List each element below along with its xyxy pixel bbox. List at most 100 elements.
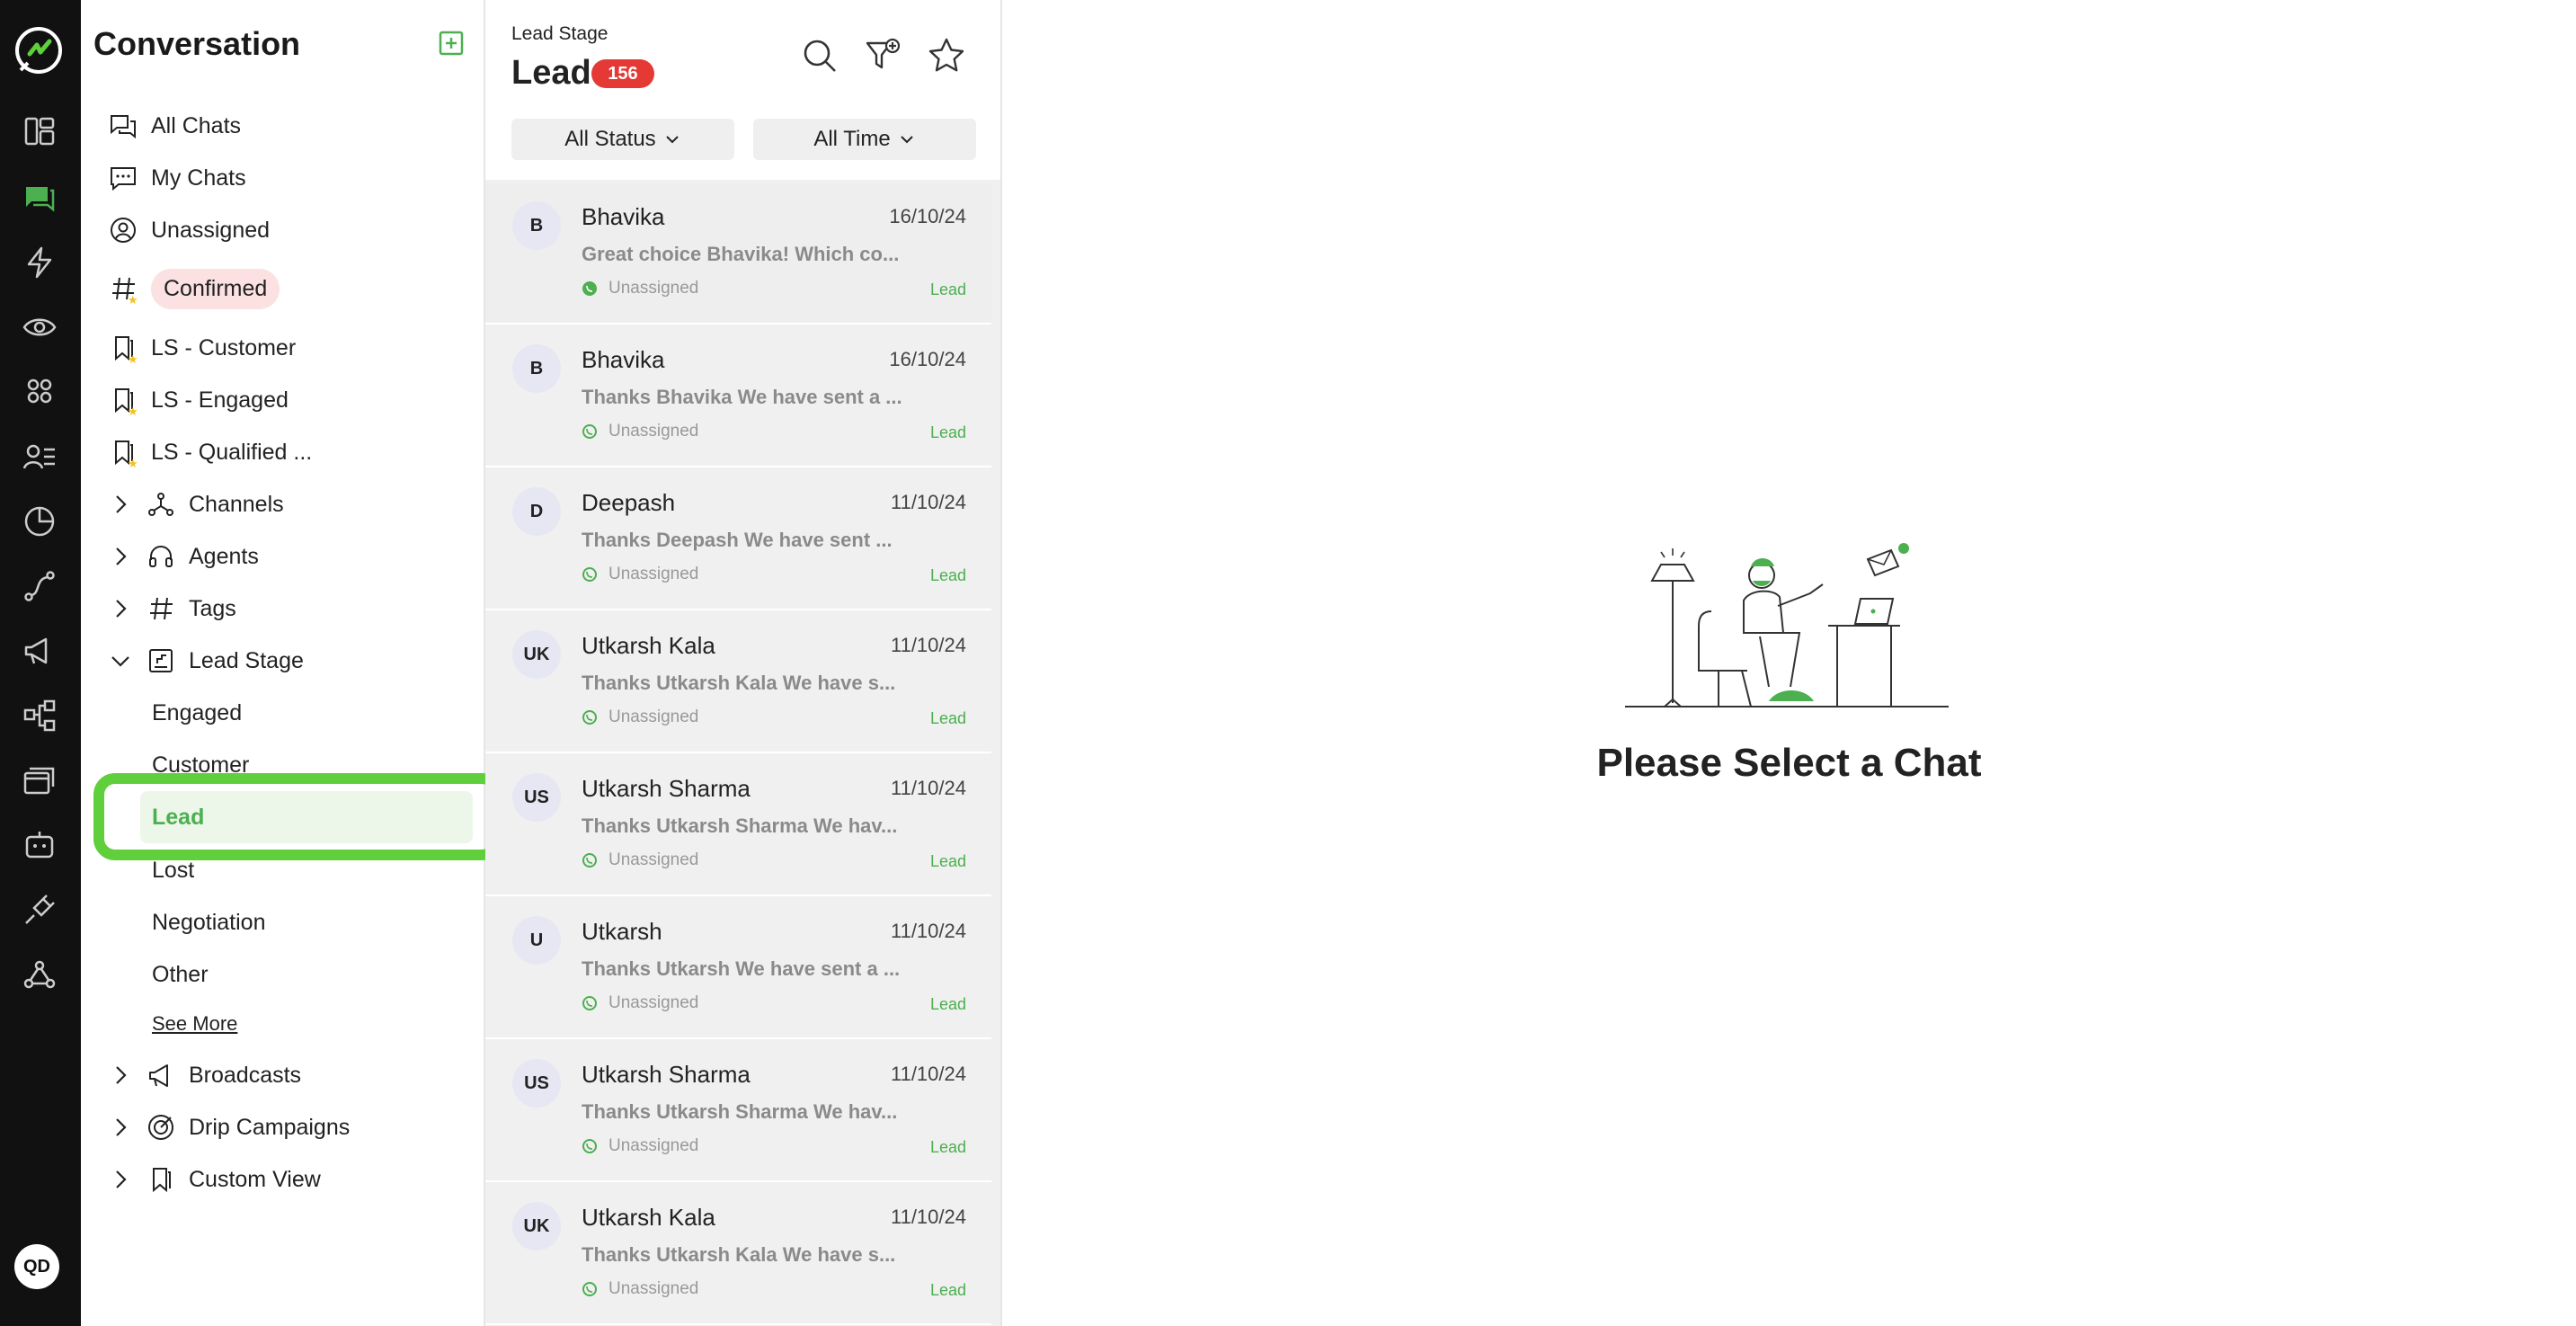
sidebar-item-label: Unassigned — [151, 217, 271, 243]
contact-name: Utkarsh Kala — [582, 632, 715, 659]
search-icon[interactable] — [800, 36, 839, 76]
sidebar-item-ls-customer[interactable]: ★ LS - Customer — [108, 325, 296, 370]
lead-stage-tag: Lead — [929, 709, 966, 727]
contact-name: Utkarsh — [582, 918, 662, 945]
contact-name: Bhavika — [582, 346, 665, 373]
flow-icon[interactable] — [18, 565, 61, 608]
sidebar-item-label: Confirmed — [151, 268, 280, 309]
time-filter-dropdown[interactable]: All Time — [753, 119, 976, 160]
empty-state-message: Please Select a Chat — [1596, 741, 1982, 785]
sidebar-item-label: All Chats — [151, 112, 242, 138]
chevron-right-icon[interactable] — [108, 596, 133, 621]
sidebar-item-label: Channels — [189, 491, 284, 517]
chat-list-item[interactable]: B Bhavika 16/10/24 Thanks Bhavika We hav… — [485, 326, 991, 467]
sidebar-item-ls-engaged[interactable]: ★ LS - Engaged — [108, 378, 289, 423]
filter-add-icon[interactable] — [864, 36, 903, 76]
lead-stage-tag: Lead — [929, 1281, 966, 1299]
contacts-icon[interactable] — [18, 435, 61, 478]
chat-list-item[interactable]: U Utkarsh 11/10/24 Thanks Utkarsh We hav… — [485, 898, 991, 1039]
bot-icon[interactable] — [18, 823, 61, 867]
chat-list-item[interactable]: UK Utkarsh Kala 11/10/24 Thanks Utkarsh … — [485, 612, 991, 753]
chat-status: Unassigned — [582, 707, 698, 727]
sidebar-item-broadcasts[interactable]: Broadcasts — [108, 1053, 301, 1098]
channel-icon — [582, 710, 597, 725]
eye-icon[interactable] — [18, 306, 61, 349]
chevron-down-icon — [900, 136, 913, 144]
sidebar-item-tags[interactable]: Tags — [108, 586, 236, 631]
chevron-down-icon[interactable] — [108, 648, 133, 673]
sidebar-item-agents[interactable]: Agents — [108, 534, 259, 579]
channel-icon — [582, 853, 597, 868]
contact-name: Utkarsh Sharma — [582, 775, 751, 802]
chevron-right-icon[interactable] — [108, 492, 133, 517]
chat-preview: Thanks Deepash We have sent ... — [582, 529, 893, 551]
status-filter-dropdown[interactable]: All Status — [511, 119, 734, 160]
windows-icon[interactable] — [18, 759, 61, 802]
whatsapp-icon — [582, 281, 597, 296]
chat-status-label: Unassigned — [608, 1279, 699, 1298]
count-badge: 156 — [591, 59, 654, 88]
sidebar-item-my-chats[interactable]: My Chats — [108, 156, 246, 200]
user-circle-icon — [108, 215, 138, 245]
lead-stage-item-other[interactable]: Other — [152, 957, 209, 992]
chevron-right-icon[interactable] — [108, 544, 133, 569]
sidebar-item-ls-qualified[interactable]: ★ LS - Qualified ... — [108, 430, 312, 475]
channel-icon — [582, 424, 597, 439]
chevron-right-icon[interactable] — [108, 1167, 133, 1192]
sidebar-item-all-chats[interactable]: All Chats — [108, 103, 241, 148]
lightning-icon[interactable] — [18, 241, 61, 284]
plug-icon[interactable] — [18, 888, 61, 931]
chat-list-item[interactable]: UK Utkarsh Kala 11/10/24 Thanks Utkarsh … — [485, 1184, 991, 1325]
sidebar-item-unassigned[interactable]: Unassigned — [108, 208, 270, 253]
dashboard-icon[interactable] — [18, 110, 61, 153]
see-more-link[interactable]: See More — [152, 1012, 237, 1036]
sidebar-item-lead-stage[interactable]: Lead Stage — [108, 638, 304, 683]
sidebar-item-channels[interactable]: Channels — [108, 482, 284, 527]
chat-date: 11/10/24 — [890, 634, 966, 656]
chat-status: Unassigned — [582, 850, 698, 870]
app-logo-icon[interactable] — [12, 23, 66, 77]
bookmark-icon — [146, 1164, 176, 1195]
add-view-icon[interactable] — [439, 31, 464, 56]
chat-icon[interactable] — [18, 176, 61, 219]
star-outline-icon[interactable] — [927, 36, 966, 76]
hashtag-icon: ★ — [108, 273, 138, 306]
channels-icon — [146, 489, 176, 520]
chat-date: 16/10/24 — [889, 348, 966, 370]
bookmark-icon: ★ — [108, 385, 138, 417]
star-icon: ★ — [128, 457, 138, 470]
chat-preview: Thanks Utkarsh Kala We have s... — [582, 672, 896, 694]
sidebar-item-confirmed[interactable]: ★ Confirmed — [108, 266, 280, 311]
sidebar-item-custom-view[interactable]: Custom View — [108, 1157, 321, 1202]
chat-status: Unassigned — [582, 422, 698, 441]
chat-status: Unassigned — [582, 993, 698, 1013]
lead-stage-tag: Lead — [929, 423, 966, 441]
user-avatar[interactable]: QD — [14, 1244, 59, 1289]
chat-status: Unassigned — [582, 1136, 698, 1156]
contact-name: Deepash — [582, 489, 676, 516]
megaphone-icon[interactable] — [18, 629, 61, 672]
message-icon — [108, 163, 138, 193]
chevron-right-icon[interactable] — [108, 1115, 133, 1140]
star-icon: ★ — [128, 352, 138, 366]
chat-list-item[interactable]: US Utkarsh Sharma 11/10/24 Thanks Utkars… — [485, 1041, 991, 1182]
chat-date: 16/10/24 — [889, 205, 966, 227]
list-title: Lead — [511, 54, 591, 92]
chat-list-item[interactable]: US Utkarsh Sharma 11/10/24 Thanks Utkars… — [485, 755, 991, 896]
chat-status: Unassigned — [582, 565, 698, 584]
chat-date: 11/10/24 — [890, 920, 966, 942]
channel-icon — [582, 1139, 597, 1153]
chat-list-item[interactable]: B Bhavika 16/10/24 Great choice Bhavika!… — [485, 183, 991, 325]
lead-stage-item-negotiation[interactable]: Negotiation — [152, 904, 265, 940]
analytics-icon[interactable] — [18, 500, 61, 543]
chevron-right-icon[interactable] — [108, 1063, 133, 1088]
integrations-icon[interactable] — [18, 694, 61, 737]
sidebar-item-label: Broadcasts — [189, 1062, 302, 1088]
webhook-icon[interactable] — [18, 953, 61, 996]
chat-list-item[interactable]: D Deepash 11/10/24 Thanks Deepash We hav… — [485, 469, 991, 610]
lead-stage-item-engaged[interactable]: Engaged — [152, 695, 242, 731]
sidebar-item-label: Agents — [189, 543, 259, 569]
groups-icon[interactable] — [18, 370, 61, 414]
sidebar-item-drip-campaigns[interactable]: Drip Campaigns — [108, 1105, 350, 1150]
contact-avatar: B — [512, 201, 561, 250]
